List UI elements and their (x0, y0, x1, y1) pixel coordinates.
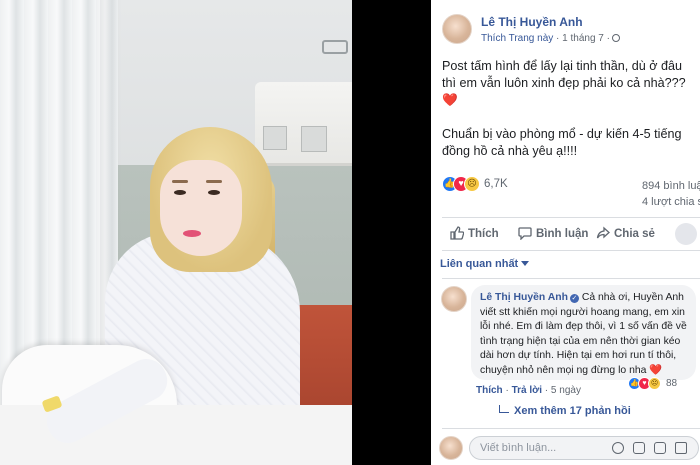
chevron-down-icon (521, 261, 530, 266)
comment-reply-link[interactable]: Trả lời (512, 385, 542, 396)
like-label: Thích (468, 228, 499, 240)
post-meta: Thích Trang này · 1 tháng 7 · (481, 33, 620, 44)
comment-author[interactable]: Lê Thị Huyền Anh (480, 292, 568, 303)
comment-time[interactable]: 5 ngày (551, 385, 581, 396)
share-count[interactable]: 4 lượt chia sẻ (642, 196, 700, 208)
photo-face (160, 160, 242, 256)
share-button[interactable]: Chia sẻ (596, 226, 655, 240)
author-avatar[interactable] (442, 14, 472, 44)
more-replies-label: Xem thêm 17 phản hồi (514, 405, 631, 417)
heart-emoji: ❤️ (442, 93, 458, 107)
comment-reactions[interactable]: 👍 ♥ ☹ 88 (628, 377, 682, 393)
photo-brow (206, 180, 222, 183)
photo-outlet (301, 126, 327, 152)
divider (442, 217, 700, 218)
comment-text: Cả nhà ơi, Huyền Anh viết stt khiến mọi … (480, 292, 687, 376)
like-page-link[interactable]: Thích Trang này (481, 33, 553, 44)
post-paragraph-text: Post tấm hình để lấy lại tinh thần, dù ở… (442, 59, 686, 90)
audience-menu-button[interactable] (675, 223, 697, 245)
photo-wall-panel (255, 82, 352, 166)
comment-count[interactable]: 894 bình luận (642, 180, 700, 192)
photo-outlet (263, 126, 287, 150)
sort-label: Liên quan nhất (440, 258, 519, 270)
stage: Lê Thị Huyền Anh Thích Trang này · 1 thá… (0, 0, 700, 465)
photo-brow (172, 180, 188, 183)
reaction-count[interactable]: 6,7K (484, 178, 508, 190)
divider (442, 278, 700, 279)
photo-eye (208, 190, 220, 195)
sad-icon: ☹ (648, 377, 661, 390)
comment-body: Lê Thị Huyền Anh ✓ Cả nhà ơi, Huyền Anh v… (480, 291, 692, 379)
post-time[interactable]: 1 tháng 7 · (562, 33, 610, 44)
more-replies-link[interactable]: Xem thêm 17 phản hồi (499, 405, 631, 417)
post-side-panel: Lê Thị Huyền Anh Thích Trang này · 1 thá… (431, 0, 700, 465)
post-photo[interactable] (0, 0, 352, 465)
comment-label: Bình luận (536, 228, 589, 240)
comment-input-placeholder: Viết bình luận... (480, 442, 557, 454)
divider (442, 250, 700, 251)
photo-rail (322, 40, 348, 54)
sad-icon: ☹ (464, 176, 480, 192)
camera-icon[interactable] (633, 442, 645, 454)
comment-button[interactable]: Bình luận (518, 226, 588, 240)
comment-sort-dropdown[interactable]: Liên quan nhất (440, 258, 530, 270)
share-icon (596, 226, 610, 239)
comment-avatar[interactable] (441, 286, 467, 312)
post-paragraph: Post tấm hình để lấy lại tinh thần, dù ở… (442, 58, 694, 109)
photo-lips (183, 230, 201, 237)
post-actions: Thích Bình luận Chia sẻ (442, 222, 700, 246)
comment-actions: Thích · Trả lời · 5 ngày (476, 385, 581, 396)
emoji-icon[interactable] (612, 442, 624, 454)
heart-emoji: ❤️ (649, 364, 663, 376)
gif-icon[interactable] (654, 442, 666, 454)
reply-arrow-icon (499, 405, 509, 413)
like-icon (450, 226, 464, 240)
post-paragraph: Chuẩn bị vào phòng mổ - dự kiến 4-5 tiến… (442, 127, 682, 158)
like-button[interactable]: Thích (450, 226, 499, 240)
post-text: Post tấm hình để lấy lại tinh thần, dù ở… (442, 58, 694, 177)
globe-icon (611, 34, 620, 42)
divider (442, 428, 700, 429)
viewer-avatar (439, 436, 463, 460)
post-author[interactable]: Lê Thị Huyền Anh (481, 15, 583, 29)
meta-separator: · (553, 33, 563, 44)
comment-like-link[interactable]: Thích (476, 385, 503, 396)
sticker-icon[interactable] (675, 442, 687, 454)
comment-icon (518, 227, 532, 240)
share-label: Chia sẻ (614, 228, 655, 240)
photo-eye (174, 190, 186, 195)
comment-reaction-count: 88 (666, 378, 678, 389)
reaction-summary[interactable]: 👍 ♥ ☹ 6,7K 894 bình luận 4 lượt chia sẻ (442, 176, 700, 208)
comment-input[interactable]: Viết bình luận... (469, 436, 699, 460)
verified-icon: ✓ (569, 294, 579, 303)
